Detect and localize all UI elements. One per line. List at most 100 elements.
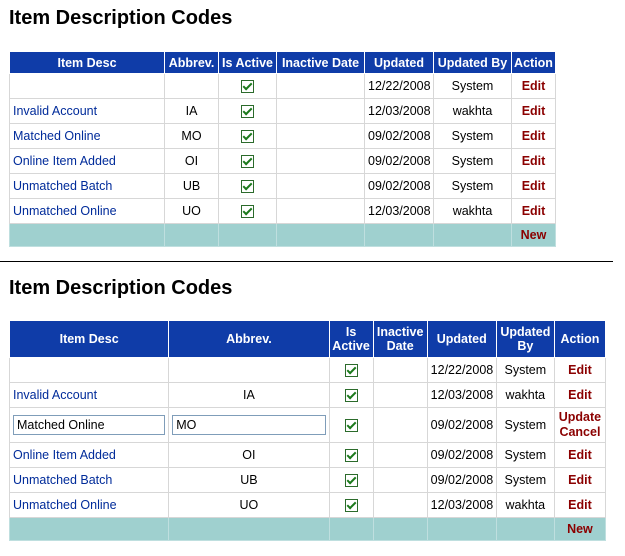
grid-footer-row: New [8,517,607,541]
page-title: Item Description Codes [9,7,233,29]
page-title-edit-mode: Item Description Codes [9,277,233,299]
cancel-link[interactable]: Cancel [558,425,602,440]
abbrev-input[interactable] [172,415,326,435]
cell-updated-by: System [433,73,512,99]
table-row: Matched Online MO 09/02/2008 System Edit [9,123,556,149]
cell-abbrev: UB [168,467,330,493]
cell-updated: 12/03/2008 [426,492,497,518]
cell-is-active [328,442,374,468]
cell-is-active [218,123,277,149]
cell-inactive-date [276,123,365,149]
checkbox-checked-icon [241,180,254,194]
cell-abbrev [168,407,330,443]
item-desc-input[interactable] [13,415,166,435]
is-active-checkbox[interactable] [344,419,358,433]
edit-link[interactable]: Edit [515,129,552,144]
cell-updated-by: System [433,123,512,149]
cell-is-active [218,148,277,174]
col-header-is-active[interactable]: Is Active [218,51,277,74]
edit-link[interactable]: Edit [515,104,552,119]
col-header-inactive-date[interactable]: Inactive Date [276,51,365,74]
cell-action: Edit [553,442,607,468]
table-row-editing: 09/02/2008 System Update Cancel [8,407,607,443]
cell-action: Edit [511,173,556,199]
cell-is-active [218,73,277,99]
update-link[interactable]: Update [558,410,602,425]
cell-updated: 09/02/2008 [426,407,497,443]
col-header-abbrev[interactable]: Abbrev. [164,51,219,74]
cell-item-desc [8,357,170,383]
cell-updated-by: System [433,148,512,174]
checkbox-checked-icon [241,105,254,119]
cell-action: Edit [553,382,607,408]
footer-cell [164,223,219,247]
col-header-inactive-date[interactable]: Inactive Date [372,320,428,358]
cell-abbrev [168,357,330,383]
footer-action-cell: New [553,517,607,541]
edit-link[interactable]: Edit [515,179,552,194]
footer-cell [426,517,497,541]
cell-inactive-date [276,198,365,224]
col-header-is-active[interactable]: Is Active [328,320,374,358]
cell-item-desc [9,73,165,99]
cell-updated-by: System [495,442,555,468]
cell-inactive-date [372,407,428,443]
cell-action: Edit [511,98,556,124]
cell-is-active [328,492,374,518]
footer-cell [168,517,330,541]
cell-is-active [328,407,374,443]
col-header-updated-by[interactable]: Updated By [495,320,555,358]
cell-is-active [218,98,277,124]
table-row: Online Item Added OI 09/02/2008 System E… [8,442,607,468]
footer-cell [8,517,170,541]
grid-header-row: Item Desc Abbrev. Is Active Inactive Dat… [9,51,556,74]
table-row: Unmatched Online UO 12/03/2008 wakhta Ed… [9,198,556,224]
cell-item-desc: Unmatched Online [9,198,165,224]
checkbox-checked-icon [344,449,358,463]
cell-inactive-date [372,492,428,518]
cell-abbrev: IA [164,98,219,124]
footer-cell [495,517,555,541]
cell-inactive-date [372,442,428,468]
cell-updated: 12/03/2008 [364,98,434,124]
cell-action: Edit [511,73,556,99]
cell-item-desc [8,407,170,443]
cell-updated: 12/03/2008 [364,198,434,224]
edit-link[interactable]: Edit [558,473,602,488]
cell-inactive-date [276,98,365,124]
edit-link[interactable]: Edit [558,448,602,463]
cell-updated-by: System [495,357,555,383]
edit-link[interactable]: Edit [515,204,552,219]
cell-is-active [218,198,277,224]
footer-cell [364,223,434,247]
table-row: Unmatched Online UO 12/03/2008 wakhta Ed… [8,492,607,518]
section-divider [0,261,613,262]
edit-link[interactable]: Edit [515,79,552,94]
table-row: Unmatched Batch UB 09/02/2008 System Edi… [9,173,556,199]
edit-link[interactable]: Edit [558,363,602,378]
col-header-item-desc[interactable]: Item Desc [8,320,170,358]
cell-item-desc: Invalid Account [9,98,165,124]
cell-updated: 09/02/2008 [364,148,434,174]
cell-is-active [328,357,374,383]
cell-updated: 09/02/2008 [426,467,497,493]
col-header-updated[interactable]: Updated [426,320,497,358]
col-header-abbrev[interactable]: Abbrev. [168,320,330,358]
cell-action: Edit [553,492,607,518]
edit-link[interactable]: Edit [558,498,602,513]
col-header-updated-by[interactable]: Updated By [433,51,512,74]
col-header-action: Action [553,320,607,358]
edit-link[interactable]: Edit [515,154,552,169]
item-codes-grid-edit-mode: Item Desc Abbrev. Is Active Inactive Dat… [8,320,607,541]
edit-link[interactable]: Edit [558,388,602,403]
cell-abbrev: UO [164,198,219,224]
new-link[interactable]: New [515,228,552,243]
col-header-item-desc[interactable]: Item Desc [9,51,165,74]
cell-abbrev: OI [164,148,219,174]
table-row: Invalid Account IA 12/03/2008 wakhta Edi… [9,98,556,124]
cell-action: Update Cancel [553,407,607,443]
col-header-updated[interactable]: Updated [364,51,434,74]
new-link[interactable]: New [558,522,602,537]
checkbox-checked-icon [344,389,358,403]
cell-is-active [328,382,374,408]
